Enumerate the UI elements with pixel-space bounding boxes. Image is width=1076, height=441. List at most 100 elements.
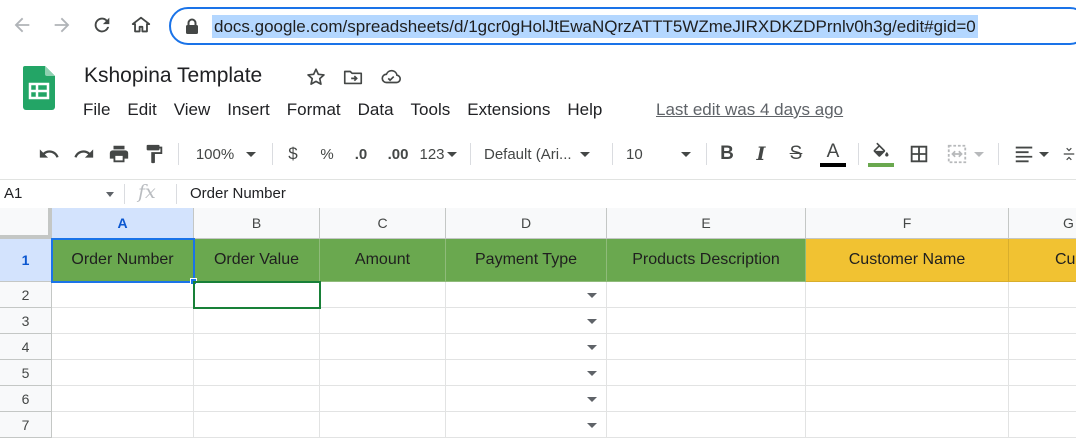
url-text[interactable]: docs.google.com/spreadsheets/d/1gcr0gHol… (212, 15, 978, 38)
cell-d1[interactable]: Payment Type (446, 239, 607, 282)
cell-a2[interactable] (52, 282, 194, 308)
lock-icon[interactable] (185, 18, 199, 34)
menu-help[interactable]: Help (567, 99, 619, 121)
cell-f1[interactable]: Customer Name (806, 239, 1009, 282)
forward-arrow-icon[interactable] (49, 12, 75, 38)
dropdown-arrow-icon[interactable] (587, 345, 597, 350)
menu-insert[interactable]: Insert (227, 99, 287, 121)
cell-a6[interactable] (52, 386, 194, 412)
zoom-select[interactable]: 100% (190, 141, 262, 167)
cell-c2[interactable] (320, 282, 446, 308)
cell-e5[interactable] (607, 360, 806, 386)
dropdown-arrow-icon[interactable] (587, 371, 597, 376)
cell-d2[interactable] (446, 282, 607, 308)
cell-b1[interactable]: Order Value (194, 239, 320, 282)
move-folder-icon[interactable] (342, 66, 364, 88)
cell-g5[interactable] (1009, 360, 1076, 386)
cell-g4[interactable] (1009, 334, 1076, 360)
font-size-select[interactable]: 10 (626, 141, 696, 167)
cell-f7[interactable] (806, 412, 1009, 438)
bold-button[interactable]: B (716, 141, 738, 167)
cell-b7[interactable] (194, 412, 320, 438)
last-edit-link[interactable]: Last edit was 4 days ago (656, 99, 843, 121)
cell-b5[interactable] (194, 360, 320, 386)
cell-e3[interactable] (607, 308, 806, 334)
formula-input[interactable]: Order Number (190, 185, 286, 202)
cell-f5[interactable] (806, 360, 1009, 386)
cell-g1[interactable]: Cu (1009, 239, 1076, 282)
merge-cells-icon[interactable] (942, 141, 988, 167)
italic-button[interactable]: I (750, 141, 772, 167)
row-header-2[interactable]: 2 (0, 282, 52, 308)
fill-handle[interactable] (190, 278, 197, 285)
column-header-b[interactable]: B (194, 208, 320, 239)
column-header-c[interactable]: C (320, 208, 446, 239)
cell-g7[interactable] (1009, 412, 1076, 438)
reload-icon[interactable] (89, 12, 115, 38)
cell-c5[interactable] (320, 360, 446, 386)
cloud-saved-icon[interactable] (380, 66, 402, 88)
cell-c3[interactable] (320, 308, 446, 334)
cell-b6[interactable] (194, 386, 320, 412)
borders-icon[interactable] (906, 141, 932, 167)
cell-f4[interactable] (806, 334, 1009, 360)
menu-extensions[interactable]: Extensions (467, 99, 567, 121)
cell-e4[interactable] (607, 334, 806, 360)
cell-a4[interactable] (52, 334, 194, 360)
print-icon[interactable] (106, 141, 132, 167)
undo-icon[interactable] (36, 141, 62, 167)
more-formats-button[interactable]: 123 (418, 141, 458, 167)
cell-f3[interactable] (806, 308, 1009, 334)
paint-format-icon[interactable] (141, 141, 167, 167)
vertical-align-icon[interactable] (1062, 141, 1076, 167)
format-currency-button[interactable]: $ (284, 141, 302, 167)
star-icon[interactable] (305, 66, 327, 88)
menu-tools[interactable]: Tools (411, 99, 468, 121)
menu-format[interactable]: Format (287, 99, 358, 121)
cell-a3[interactable] (52, 308, 194, 334)
address-bar[interactable]: docs.google.com/spreadsheets/d/1gcr0gHol… (169, 7, 1076, 45)
menu-file[interactable]: File (83, 99, 127, 121)
menu-data[interactable]: Data (358, 99, 411, 121)
cell-e2[interactable] (607, 282, 806, 308)
cell-d3[interactable] (446, 308, 607, 334)
cell-a7[interactable] (52, 412, 194, 438)
dropdown-arrow-icon[interactable] (587, 319, 597, 324)
cell-c6[interactable] (320, 386, 446, 412)
row-header-5[interactable]: 5 (0, 360, 52, 386)
cell-d7[interactable] (446, 412, 607, 438)
cell-d5[interactable] (446, 360, 607, 386)
dropdown-arrow-icon[interactable] (587, 293, 597, 298)
format-percent-button[interactable]: % (317, 141, 337, 167)
select-all-corner[interactable] (0, 208, 52, 239)
horizontal-align-icon[interactable] (1010, 141, 1052, 167)
cell-a5[interactable] (52, 360, 194, 386)
menu-edit[interactable]: Edit (127, 99, 173, 121)
spreadsheet-grid[interactable]: A B C D E F G 1 Order Number Order Value Amount Pay… (0, 208, 1076, 441)
document-title[interactable]: Kshopina Template (84, 64, 262, 88)
menu-view[interactable]: View (174, 99, 228, 121)
name-box[interactable]: A1 (4, 185, 22, 202)
row-header-6[interactable]: 6 (0, 386, 52, 412)
font-family-select[interactable]: Default (Ari... (484, 141, 602, 167)
column-header-f[interactable]: F (806, 208, 1009, 239)
cell-b4[interactable] (194, 334, 320, 360)
cell-e7[interactable] (607, 412, 806, 438)
cell-e6[interactable] (607, 386, 806, 412)
cell-b2[interactable] (194, 282, 320, 308)
row-header-1[interactable]: 1 (0, 239, 52, 282)
cell-d6[interactable] (446, 386, 607, 412)
increase-decimal-button[interactable]: .00 (383, 141, 413, 167)
dropdown-arrow-icon[interactable] (587, 423, 597, 428)
strikethrough-button[interactable]: S (785, 141, 807, 167)
row-header-7[interactable]: 7 (0, 412, 52, 438)
cell-e1[interactable]: Products Description (607, 239, 806, 282)
cell-c7[interactable] (320, 412, 446, 438)
row-header-3[interactable]: 3 (0, 308, 52, 334)
cell-c1[interactable]: Amount (320, 239, 446, 282)
column-header-a[interactable]: A (52, 208, 194, 239)
cell-c4[interactable] (320, 334, 446, 360)
column-header-d[interactable]: D (446, 208, 607, 239)
cell-g2[interactable] (1009, 282, 1076, 308)
column-header-g[interactable]: G (1009, 208, 1076, 239)
